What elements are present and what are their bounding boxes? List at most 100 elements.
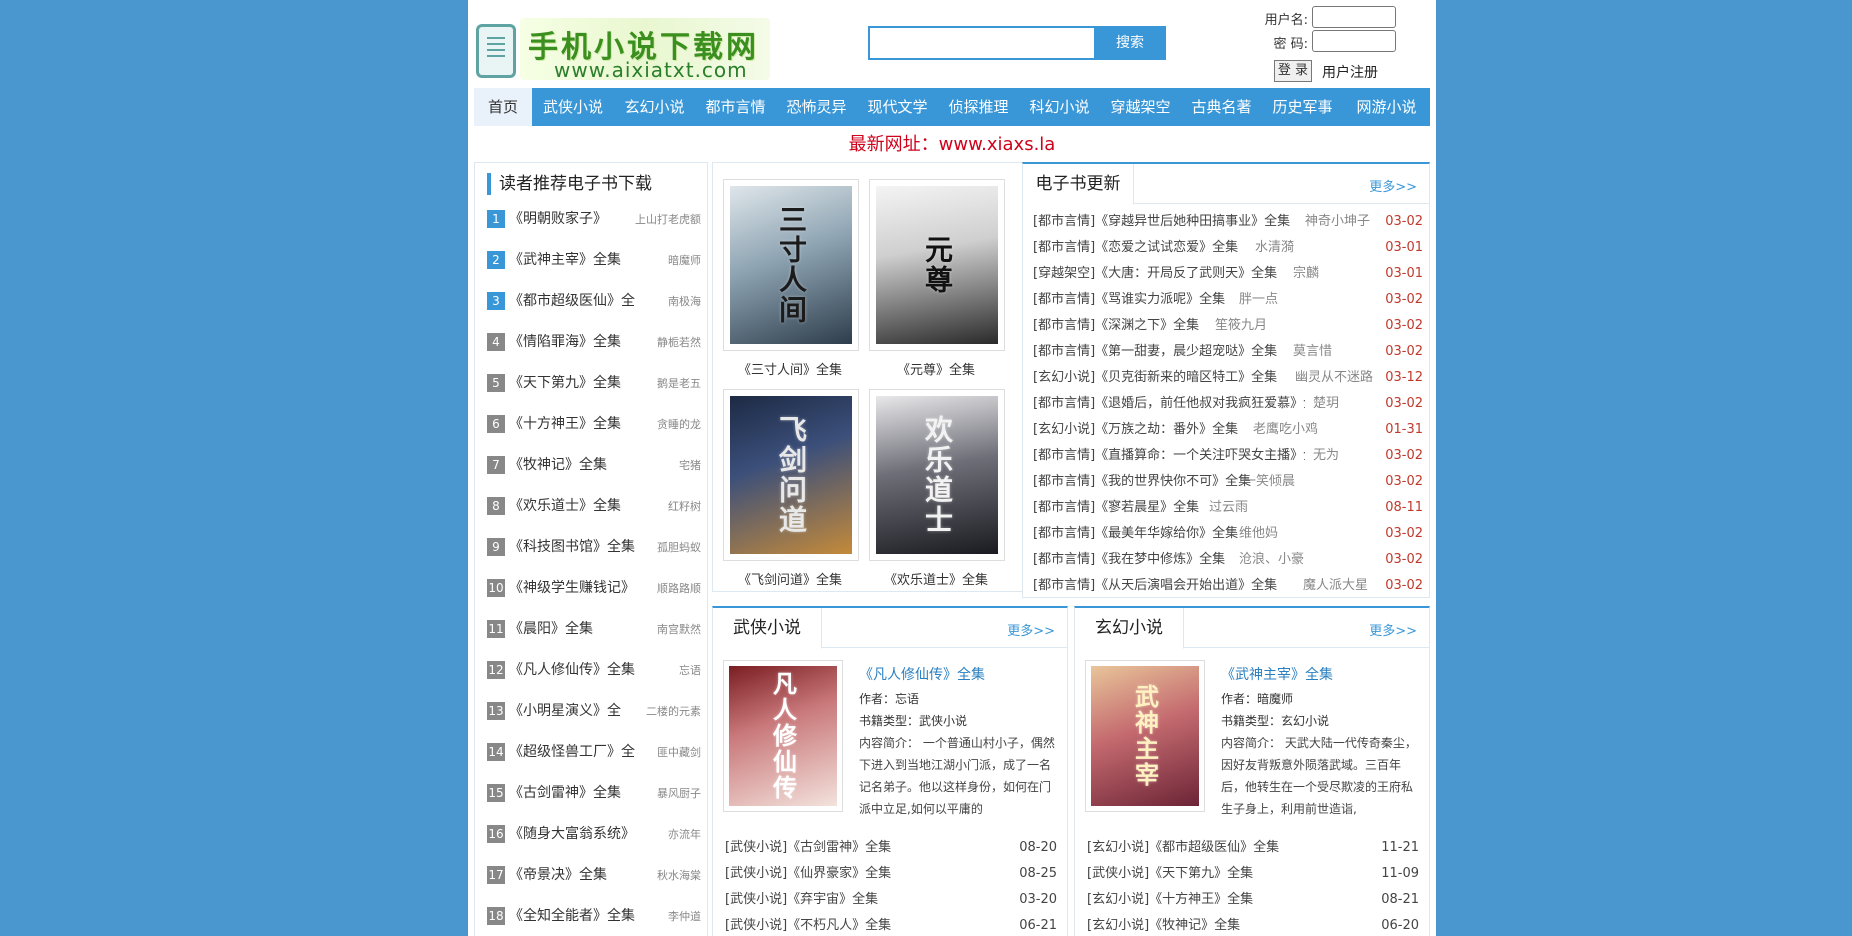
cover-caption[interactable]: 《欢乐道士》全集 xyxy=(861,569,1011,588)
nav-item-2[interactable]: 玄幻小说 xyxy=(614,88,695,126)
username-input[interactable] xyxy=(1312,6,1396,28)
featured-book-title[interactable]: 《凡人修仙传》全集 xyxy=(859,664,985,684)
rank-row[interactable]: 17 《帝景决》全集 秋水海棠 xyxy=(487,865,701,885)
category-list-item[interactable]: [武侠小说]《弃宇宙》全集 03-20 xyxy=(725,890,1057,910)
category-list-item[interactable]: [玄幻小说]《牧神记》全集 06-20 xyxy=(1087,916,1419,936)
rank-row[interactable]: 13 《小明星演义》全 二楼的元素 xyxy=(487,701,701,721)
rank-book-title[interactable]: 《随身大富翁系统》 xyxy=(509,824,635,844)
new-address-notice[interactable]: 最新网址：www.xiaxs.la xyxy=(468,130,1436,156)
nav-item-6[interactable]: 侦探推理 xyxy=(938,88,1019,126)
search-input[interactable] xyxy=(868,26,1094,60)
rank-book-title[interactable]: 《都市超级医仙》全 xyxy=(509,291,635,311)
rank-row[interactable]: 4 《情陷罪海》全集 静栀若然 xyxy=(487,332,701,352)
featured-book-title[interactable]: 《武神主宰》全集 xyxy=(1221,664,1333,684)
cover-caption[interactable]: 《飞剑问道》全集 xyxy=(715,569,865,588)
rank-row[interactable]: 1 《明朝败家子》 上山打老虎额 xyxy=(487,209,701,229)
nav-item-9[interactable]: 古典名著 xyxy=(1181,88,1262,126)
category-more-link[interactable]: 更多>> xyxy=(1369,620,1417,639)
update-row[interactable]: [都市言情]《寥若晨星》全集 过云雨 08-11 xyxy=(1033,498,1423,518)
update-row[interactable]: [都市言情]《深渊之下》全集 笙筱九月 03-02 xyxy=(1033,316,1423,336)
rank-row[interactable]: 6 《十方神王》全集 贪睡的龙 xyxy=(487,414,701,434)
search-button[interactable]: 搜索 xyxy=(1094,26,1166,60)
update-row[interactable]: [都市言情]《我的世界快你不可》全集 一笑倾晨 03-02 xyxy=(1033,472,1423,492)
featured-book-cover[interactable]: 武神主宰 xyxy=(1085,660,1205,812)
rank-book-title[interactable]: 《古剑雷神》全集 xyxy=(509,783,621,803)
update-title[interactable]: [穿越架空]《大唐：开局反了武则天》全集 xyxy=(1033,264,1277,284)
rank-row[interactable]: 14 《超级怪兽工厂》全 匪中藏剑 xyxy=(487,742,701,762)
rank-row[interactable]: 9 《科技图书馆》全集 孤胆蚂蚁 xyxy=(487,537,701,557)
update-title[interactable]: [都市言情]《第一甜妻，晨少超宠哒》全集 xyxy=(1033,342,1277,362)
update-title[interactable]: [玄幻小说]《贝克街新来的暗区特工》全集 xyxy=(1033,368,1277,388)
rank-book-title[interactable]: 《科技图书馆》全集 xyxy=(509,537,635,557)
update-row[interactable]: [穿越架空]《大唐：开局反了武则天》全集 宗麟 03-01 xyxy=(1033,264,1423,284)
update-row[interactable]: [都市言情]《我在梦中修炼》全集 沧浪、小豪 03-02 xyxy=(1033,550,1423,570)
rank-row[interactable]: 18 《全知全能者》全集 李仲道 xyxy=(487,906,701,926)
update-title[interactable]: [都市言情]《深渊之下》全集 xyxy=(1033,316,1199,336)
update-row[interactable]: [玄幻小说]《贝克街新来的暗区特工》全集 幽灵从不迷路 03-12 xyxy=(1033,368,1423,388)
update-title[interactable]: [都市言情]《退婚后，前任他叔对我疯狂爱慕》全集 xyxy=(1033,394,1305,414)
update-title[interactable]: [都市言情]《我在梦中修炼》全集 xyxy=(1033,550,1225,570)
update-title[interactable]: [都市言情]《寥若晨星》全集 xyxy=(1033,498,1199,518)
cover-caption[interactable]: 《三寸人间》全集 xyxy=(715,359,865,378)
book-cover[interactable]: 欢乐道士 xyxy=(869,389,1005,561)
category-list-item[interactable]: [玄幻小说]《都市超级医仙》全集 11-21 xyxy=(1087,838,1419,858)
nav-item-11[interactable]: 网游小说 xyxy=(1343,88,1430,126)
rank-book-title[interactable]: 《欢乐道士》全集 xyxy=(509,496,621,516)
rank-row[interactable]: 5 《天下第九》全集 鹅是老五 xyxy=(487,373,701,393)
rank-book-title[interactable]: 《全知全能者》全集 xyxy=(509,906,635,926)
category-list-item[interactable]: [玄幻小说]《十方神王》全集 08-21 xyxy=(1087,890,1419,910)
category-item-title[interactable]: [武侠小说]《不朽凡人》全集 xyxy=(725,918,891,933)
category-item-title[interactable]: [武侠小说]《弃宇宙》全集 xyxy=(725,892,878,907)
category-list-item[interactable]: [武侠小说]《天下第九》全集 11-09 xyxy=(1087,864,1419,884)
site-logo[interactable]: 手机小说下载网 www.aixiatxt.com xyxy=(476,8,772,82)
update-title[interactable]: [都市言情]《骂谁实力派呢》全集 xyxy=(1033,290,1225,310)
nav-item-0[interactable]: 首页 xyxy=(474,88,532,126)
rank-row[interactable]: 11 《晨阳》全集 南宫默然 xyxy=(487,619,701,639)
book-cover[interactable]: 飞剑问道 xyxy=(723,389,859,561)
update-row[interactable]: [都市言情]《最美年华嫁给你》全集 维他妈 03-02 xyxy=(1033,524,1423,544)
nav-item-8[interactable]: 穿越架空 xyxy=(1100,88,1181,126)
rank-book-title[interactable]: 《天下第九》全集 xyxy=(509,373,621,393)
rank-book-title[interactable]: 《明朝败家子》 xyxy=(509,209,607,229)
rank-book-title[interactable]: 《超级怪兽工厂》全 xyxy=(509,742,635,762)
category-list-item[interactable]: [武侠小说]《古剑雷神》全集 08-20 xyxy=(725,838,1057,858)
password-input[interactable] xyxy=(1312,30,1396,52)
update-row[interactable]: [都市言情]《骂谁实力派呢》全集 胖一点 03-02 xyxy=(1033,290,1423,310)
update-title[interactable]: [都市言情]《穿越异世后她种田搞事业》全集 xyxy=(1033,212,1290,232)
update-row[interactable]: [都市言情]《直播算命：一个关注吓哭女主播》全集 无为 03-02 xyxy=(1033,446,1423,466)
category-item-title[interactable]: [武侠小说]《古剑雷神》全集 xyxy=(725,840,891,855)
category-item-title[interactable]: [武侠小说]《仙界豪家》全集 xyxy=(725,866,891,881)
rank-book-title[interactable]: 《牧神记》全集 xyxy=(509,455,607,475)
rank-row[interactable]: 2 《武神主宰》全集 暗魔师 xyxy=(487,250,701,270)
rank-row[interactable]: 7 《牧神记》全集 宅猪 xyxy=(487,455,701,475)
cover-caption[interactable]: 《元尊》全集 xyxy=(861,359,1011,378)
login-button[interactable]: 登 录 xyxy=(1274,60,1312,82)
category-item-title[interactable]: [玄幻小说]《牧神记》全集 xyxy=(1087,918,1240,933)
featured-book-cover[interactable]: 凡人修仙传 xyxy=(723,660,843,812)
book-cover[interactable]: 三寸人间 xyxy=(723,179,859,351)
category-item-title[interactable]: [玄幻小说]《十方神王》全集 xyxy=(1087,892,1253,907)
rank-row[interactable]: 8 《欢乐道士》全集 红籽树 xyxy=(487,496,701,516)
rank-book-title[interactable]: 《小明星演义》全 xyxy=(509,701,621,721)
update-title[interactable]: [都市言情]《最美年华嫁给你》全集 xyxy=(1033,524,1238,544)
nav-item-5[interactable]: 现代文学 xyxy=(857,88,938,126)
nav-item-3[interactable]: 都市言情 xyxy=(695,88,776,126)
update-title[interactable]: [都市言情]《从天后演唱会开始出道》全集 xyxy=(1033,576,1277,596)
category-list-item[interactable]: [武侠小说]《仙界豪家》全集 08-25 xyxy=(725,864,1057,884)
update-row[interactable]: [都市言情]《第一甜妻，晨少超宠哒》全集 莫言惜 03-02 xyxy=(1033,342,1423,362)
rank-row[interactable]: 15 《古剑雷神》全集 暴风厨子 xyxy=(487,783,701,803)
update-row[interactable]: [都市言情]《退婚后，前任他叔对我疯狂爱慕》全集 楚玥 03-02 xyxy=(1033,394,1423,414)
nav-item-1[interactable]: 武侠小说 xyxy=(532,88,614,126)
rank-book-title[interactable]: 《晨阳》全集 xyxy=(509,619,593,639)
update-row[interactable]: [都市言情]《恋爱之试试恋爱》全集 水清漪 03-01 xyxy=(1033,238,1423,258)
category-more-link[interactable]: 更多>> xyxy=(1007,620,1055,639)
update-row[interactable]: [玄幻小说]《万族之劫：番外》全集 老鹰吃小鸡 01-31 xyxy=(1033,420,1423,440)
update-row[interactable]: [都市言情]《从天后演唱会开始出道》全集 魔人派大星 03-02 xyxy=(1033,576,1423,596)
rank-book-title[interactable]: 《帝景决》全集 xyxy=(509,865,607,885)
update-row[interactable]: [都市言情]《穿越异世后她种田搞事业》全集 神奇小坤子 03-02 xyxy=(1033,212,1423,232)
updates-more-link[interactable]: 更多>> xyxy=(1369,176,1417,195)
category-list-item[interactable]: [武侠小说]《不朽凡人》全集 06-21 xyxy=(725,916,1057,936)
rank-book-title[interactable]: 《凡人修仙传》全集 xyxy=(509,660,635,680)
rank-book-title[interactable]: 《武神主宰》全集 xyxy=(509,250,621,270)
update-title[interactable]: [都市言情]《恋爱之试试恋爱》全集 xyxy=(1033,238,1238,258)
